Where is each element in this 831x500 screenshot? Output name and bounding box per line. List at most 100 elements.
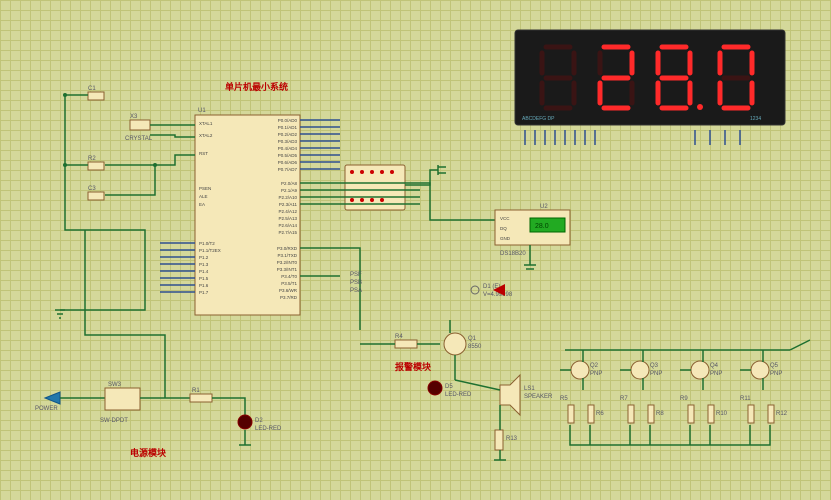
svg-text:P1.6: P1.6 [199, 283, 209, 288]
svg-text:P2.1/A9: P2.1/A9 [281, 188, 298, 193]
svg-text:X3: X3 [130, 114, 138, 120]
svg-text:R13: R13 [506, 436, 518, 442]
svg-text:Q2: Q2 [590, 363, 599, 369]
svg-text:ALE: ALE [199, 194, 208, 199]
svg-text:P2.4/A12: P2.4/A12 [278, 209, 297, 214]
svg-text:SPEAKER: SPEAKER [524, 394, 553, 400]
svg-text:DQ: DQ [500, 226, 507, 231]
svg-text:P0.4/AD4: P0.4/AD4 [278, 146, 298, 151]
svg-text:R12: R12 [776, 411, 788, 417]
mcu-title-label: 单片机最小系统 [225, 81, 288, 92]
svg-text:VCC: VCC [500, 216, 510, 221]
probe-d1: D1 (E) V=4.99998 [471, 284, 513, 298]
svg-text:P3.0/RXD: P3.0/RXD [277, 246, 298, 251]
svg-text:R8: R8 [656, 411, 664, 417]
svg-text:R10: R10 [716, 411, 728, 417]
svg-text:POWER: POWER [35, 406, 58, 412]
svg-text:P3.4/T0: P3.4/T0 [281, 274, 297, 279]
mcu-chip: U1 XTAL1 XTAL2 RST PSEN ALE EA P1.0/T2 P1.1/… [195, 108, 300, 315]
svg-text:P0.7/AD7: P0.7/AD7 [278, 167, 298, 172]
alarm-label: 报警模块 [395, 361, 432, 372]
svg-text:P2.0/A8: P2.0/A8 [281, 181, 298, 186]
svg-text:P1.0/T2: P1.0/T2 [199, 241, 215, 246]
svg-text:PSF: PSF [350, 272, 362, 278]
svg-text:CRYSTAL: CRYSTAL [125, 136, 153, 142]
svg-text:D2: D2 [255, 418, 263, 424]
svg-text:R1: R1 [192, 388, 200, 394]
svg-text:SW3: SW3 [108, 382, 122, 388]
svg-text:SW-DPDT: SW-DPDT [100, 418, 128, 424]
display-pins-right: 1234 [750, 116, 761, 122]
svg-text:LED-RED: LED-RED [445, 392, 472, 398]
svg-text:GND: GND [500, 236, 511, 241]
svg-text:P2.6/A14: P2.6/A14 [278, 223, 297, 228]
svg-text:8550: 8550 [468, 344, 482, 350]
svg-text:PSEN: PSEN [199, 186, 211, 191]
svg-text:P1.5: P1.5 [199, 276, 209, 281]
p1-bus [160, 243, 195, 292]
svg-text:P1.4: P1.4 [199, 269, 209, 274]
svg-text:PNP: PNP [710, 371, 722, 377]
svg-text:C1: C1 [88, 86, 96, 92]
svg-text:D5: D5 [445, 384, 453, 390]
svg-text:XTAL2: XTAL2 [199, 133, 213, 138]
svg-text:P3.6/WR: P3.6/WR [279, 288, 298, 293]
svg-text:RST: RST [199, 151, 208, 156]
svg-text:V=4.99998: V=4.99998 [483, 292, 513, 298]
svg-text:PNP: PNP [650, 371, 662, 377]
driver-array: Q2 PNP Q3 PNP Q4 PNP Q5 PNP R5 R6 R7 R8 … [560, 340, 810, 445]
svg-text:P0.6/AD6: P0.6/AD6 [278, 160, 298, 165]
svg-text:P1.7: P1.7 [199, 290, 209, 295]
svg-text:EA: EA [199, 202, 205, 207]
svg-text:R5: R5 [560, 396, 568, 402]
svg-text:U2: U2 [540, 204, 548, 210]
svg-text:P2.5/A13: P2.5/A13 [278, 216, 297, 221]
svg-text:R9: R9 [680, 396, 688, 402]
svg-text:PSB: PSB [350, 280, 362, 286]
svg-text:P0.3/AD3: P0.3/AD3 [278, 139, 298, 144]
svg-text:C3: C3 [88, 186, 96, 192]
svg-text:P2.2/A10: P2.2/A10 [278, 195, 297, 200]
svg-text:DS18B20: DS18B20 [500, 251, 526, 257]
svg-text:28.0: 28.0 [535, 223, 549, 230]
svg-text:P3.1/TXD: P3.1/TXD [277, 253, 297, 258]
svg-text:Q5: Q5 [770, 363, 779, 369]
svg-text:P3.7/RD: P3.7/RD [280, 295, 298, 300]
svg-text:XTAL1: XTAL1 [199, 121, 213, 126]
seven-segment-display: ABCDEFG DP 1234 [515, 30, 785, 125]
svg-text:R2: R2 [88, 156, 96, 162]
svg-text:PNP: PNP [770, 371, 782, 377]
svg-text:Q4: Q4 [710, 363, 719, 369]
svg-text:R4: R4 [395, 334, 403, 340]
oscillator-section: C1 X3 CRYSTAL R2 C3 [88, 86, 153, 200]
ds18b20-sensor: U2 VCC DQ GND 28.0 DS18B20 [495, 204, 570, 269]
svg-text:P0.0/AD0: P0.0/AD0 [278, 118, 298, 123]
svg-text:P1.3: P1.3 [199, 262, 209, 267]
svg-text:P1.2: P1.2 [199, 255, 209, 260]
svg-text:P0.2/AD2: P0.2/AD2 [278, 132, 298, 137]
svg-text:LED-RED: LED-RED [255, 426, 282, 432]
svg-text:P3.3/INT1: P3.3/INT1 [277, 267, 298, 272]
svg-text:Q1: Q1 [468, 336, 477, 342]
svg-text:P2.7/A15: P2.7/A15 [278, 230, 297, 235]
svg-text:R7: R7 [620, 396, 628, 402]
svg-text:LS1: LS1 [524, 386, 535, 392]
circuit-schematic: ABCDEFG DP 1234 U1 XTAL1 XTAL2 RST PSEN AL… [0, 0, 831, 500]
svg-text:Q3: Q3 [650, 363, 659, 369]
power-label: 电源模块 [130, 447, 167, 458]
alarm-circuit: R4 Q1 8550 D5 LED-RED LS1 SPEAKER R13 [360, 320, 553, 460]
svg-text:R6: R6 [596, 411, 604, 417]
svg-text:PSA: PSA [350, 288, 362, 294]
svg-text:U1: U1 [198, 108, 206, 114]
display-pin-row [525, 130, 740, 145]
svg-text:R11: R11 [740, 396, 751, 402]
svg-text:P0.5/AD5: P0.5/AD5 [278, 153, 298, 158]
svg-text:PNP: PNP [590, 371, 602, 377]
svg-text:P3.5/T1: P3.5/T1 [281, 281, 297, 286]
display-pins-left: ABCDEFG DP [522, 116, 555, 122]
p0-bus [300, 120, 340, 169]
svg-text:P3.2/INT0: P3.2/INT0 [277, 260, 298, 265]
svg-text:P2.3/A11: P2.3/A11 [279, 202, 298, 207]
svg-text:P1.1/T2EX: P1.1/T2EX [199, 248, 221, 253]
svg-text:P0.1/AD1: P0.1/AD1 [278, 125, 298, 130]
